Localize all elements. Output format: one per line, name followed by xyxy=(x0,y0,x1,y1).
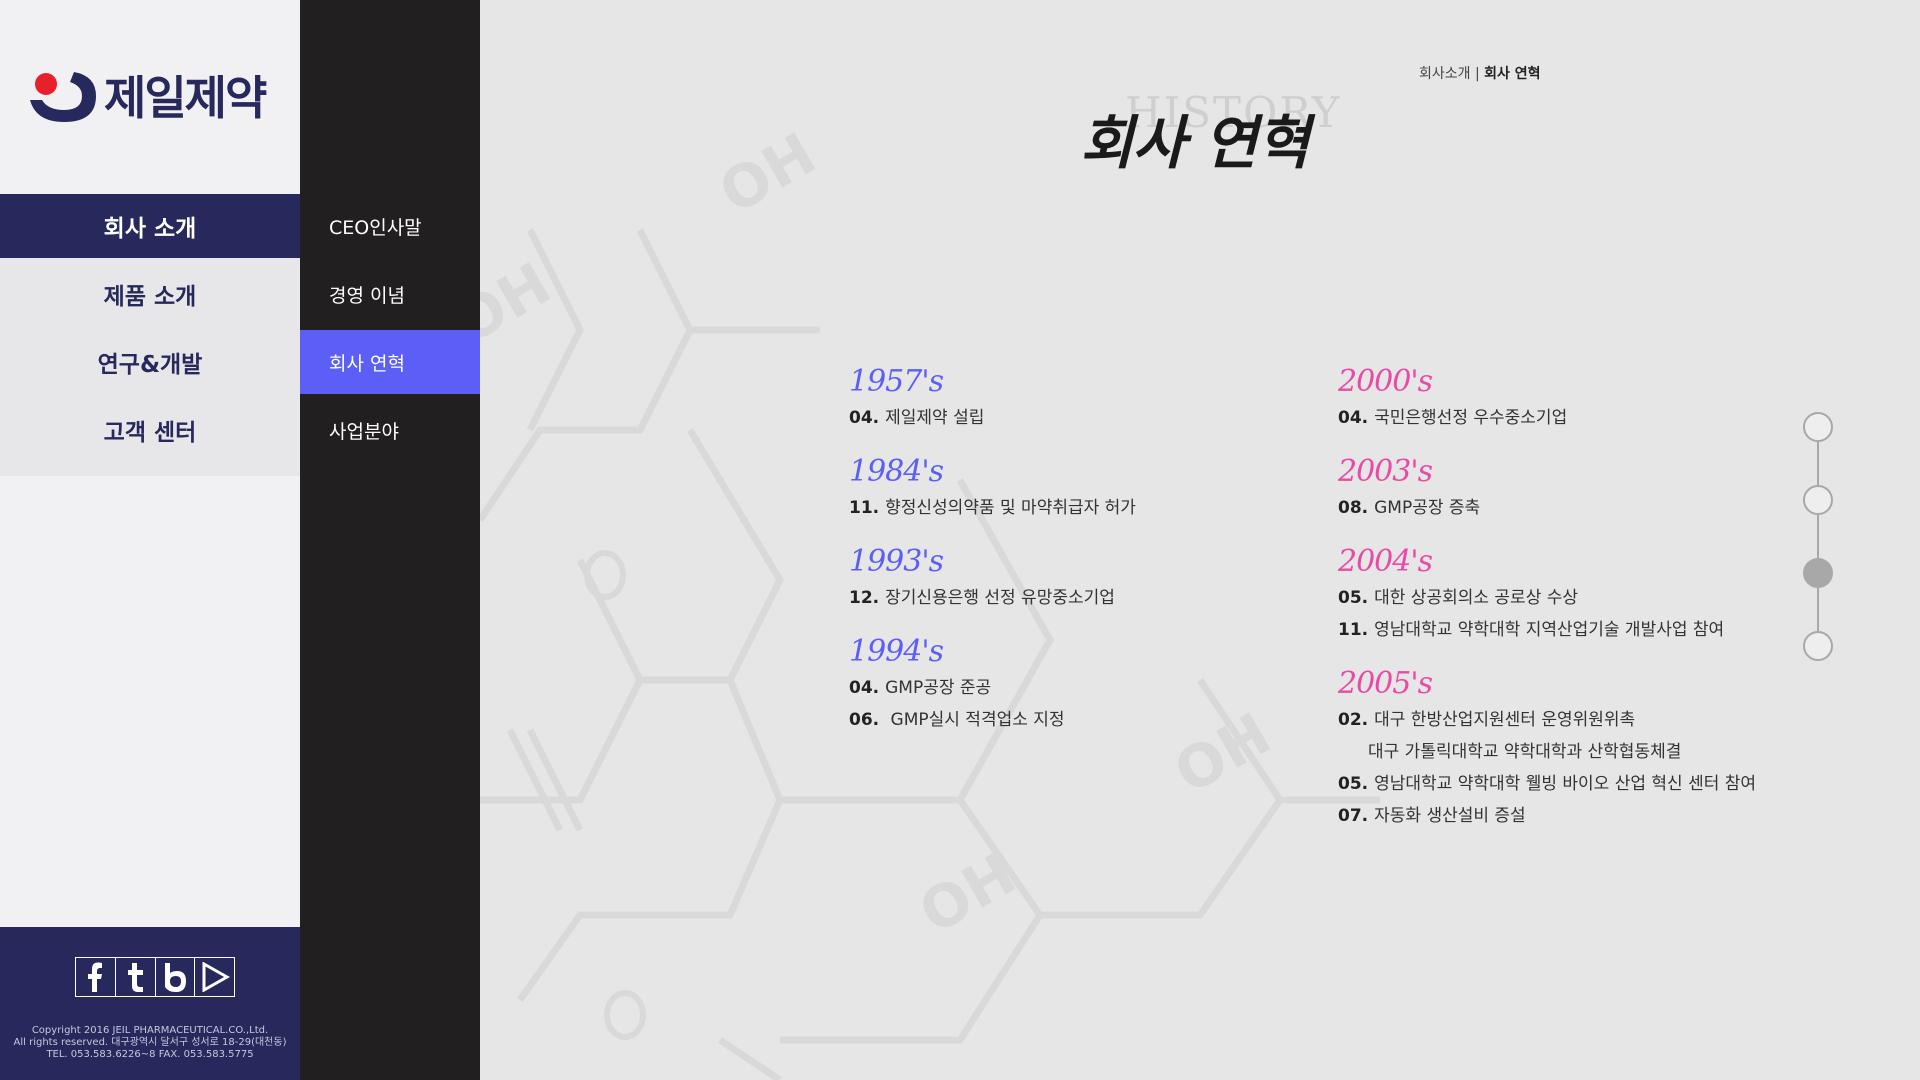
pager-line xyxy=(1817,428,1819,640)
timeline-year: 1993's xyxy=(849,544,944,579)
event-month: 11. xyxy=(849,498,880,518)
timeline-year: 1957's xyxy=(849,364,944,399)
blog-icon[interactable] xyxy=(156,958,196,996)
timeline-year: 1994's xyxy=(849,634,944,669)
event-month: 04. xyxy=(849,408,880,428)
svg-text:OH: OH xyxy=(908,839,1027,947)
breadcrumb: 회사소개 | 회사 연혁 xyxy=(1419,63,1541,83)
breadcrumb-parent[interactable]: 회사소개 xyxy=(1419,66,1471,82)
timeline-event: 대구 가톨릭대학교 약학대학과 산학협동체결 xyxy=(1338,736,1756,768)
sub-nav-item-philosophy[interactable]: 경영 이념 xyxy=(300,262,480,326)
event-month: 05. xyxy=(1338,774,1369,794)
logo-mark-icon xyxy=(26,66,98,124)
timeline-event: 05. 대한 상공회의소 공로상 수상 xyxy=(1338,582,1756,614)
timeline-year: 2005's xyxy=(1338,666,1433,701)
event-text: 장기신용은행 선정 유망중소기업 xyxy=(885,588,1115,608)
timeline-group: 2005's 02. 대구 한방산업지원센터 운영위원위촉 대구 가톨릭대학교 약… xyxy=(1338,664,1756,832)
timeline-right-column: 2000's 04. 국민은행선정 우수중소기업 2003's 08. GMP공장 … xyxy=(1338,362,1756,850)
sub-nav: CEO인사말 경영 이념 회사 연혁 사업분야 xyxy=(300,0,480,1080)
timeline-event: 07. 자동화 생산설비 증설 xyxy=(1338,800,1756,832)
contact-line: TEL. 053.583.6226~8 FAX. 053.583.5775 xyxy=(46,1049,254,1060)
main-nav: 회사 소개 제품 소개 연구&개발 고객 센터 xyxy=(0,194,300,476)
event-text: 국민은행선정 우수중소기업 xyxy=(1374,408,1568,428)
timeline-event: 05. 영남대학교 약학대학 웰빙 바이오 산업 혁신 센터 참여 xyxy=(1338,768,1756,800)
event-month: 05. xyxy=(1338,588,1369,608)
pager-dot-3-active[interactable] xyxy=(1803,558,1833,588)
breadcrumb-separator: | xyxy=(1474,66,1480,82)
timeline-event: 04. 국민은행선정 우수중소기업 xyxy=(1338,402,1756,434)
facebook-icon[interactable] xyxy=(76,958,116,996)
main-content: OH OH OH OH 회사소개 | 회사 연혁 HISTORY 회사 연혁 1… xyxy=(480,0,1920,1080)
event-text: 대구 가톨릭대학교 약학대학과 산학협동체결 xyxy=(1368,742,1682,762)
event-text: 제일제약 설립 xyxy=(885,408,985,428)
main-nav-item-research[interactable]: 연구&개발 xyxy=(0,330,300,394)
main-nav-item-support[interactable]: 고객 센터 xyxy=(0,398,300,462)
timeline-group: 2003's 08. GMP공장 증축 xyxy=(1338,452,1756,524)
event-month: 04. xyxy=(849,678,880,698)
timeline-event: 04. 제일제약 설립 xyxy=(849,402,1136,434)
event-month: 08. xyxy=(1338,498,1369,518)
svg-text:OH: OH xyxy=(708,119,827,227)
left-footer: Copyright 2016 JEIL PHARMACEUTICAL.CO.,L… xyxy=(0,927,300,1080)
event-month: 12. xyxy=(849,588,880,608)
event-month: 07. xyxy=(1338,806,1369,826)
event-text: 자동화 생산설비 증설 xyxy=(1374,806,1526,826)
event-month: 02. xyxy=(1338,710,1369,730)
event-text: 영남대학교 약학대학 지역산업기술 개발사업 참여 xyxy=(1374,620,1725,640)
breadcrumb-current: 회사 연혁 xyxy=(1484,66,1541,82)
timeline-event: 06. GMP실시 적격업소 지정 xyxy=(849,704,1136,736)
sub-nav-item-business[interactable]: 사업분야 xyxy=(300,398,480,462)
event-text: GMP공장 준공 xyxy=(885,678,992,698)
logo-text: 제일제약 xyxy=(104,71,267,125)
logo[interactable]: 제일제약 xyxy=(26,66,286,125)
timeline-group: 1994's 04. GMP공장 준공 06. GMP실시 적격업소 지정 xyxy=(849,632,1136,736)
page-title-wrap: HISTORY 회사 연혁 xyxy=(1080,88,1580,177)
tumblr-icon[interactable] xyxy=(116,958,156,996)
sub-nav-list: CEO인사말 경영 이념 회사 연혁 사업분야 xyxy=(300,194,480,462)
timeline-year: 2000's xyxy=(1338,364,1433,399)
timeline-year: 2004's xyxy=(1338,544,1433,579)
event-text: 영남대학교 약학대학 웰빙 바이오 산업 혁신 센터 참여 xyxy=(1374,774,1757,794)
event-text: GMP공장 증축 xyxy=(1374,498,1481,518)
page-title: 회사 연혁 xyxy=(1080,109,1310,177)
event-text: 대한 상공회의소 공로상 수상 xyxy=(1374,588,1579,608)
address-line: All rights reserved. 대구광역시 달서구 성서로 18-29… xyxy=(13,1037,287,1048)
pager-dot-2[interactable] xyxy=(1803,485,1833,515)
timeline-event: 11. 향정신성의약품 및 마약취급자 허가 xyxy=(849,492,1136,524)
timeline-year: 2003's xyxy=(1338,454,1433,489)
left-panel: 제일제약 회사 소개 제품 소개 연구&개발 고객 센터 Copyright 2… xyxy=(0,0,300,1080)
event-text: 대구 한방산업지원센터 운영위원위촉 xyxy=(1374,710,1636,730)
timeline-group: 2000's 04. 국민은행선정 우수중소기업 xyxy=(1338,362,1756,434)
youtube-icon[interactable] xyxy=(195,958,234,996)
pager-dot-4[interactable] xyxy=(1803,631,1833,661)
sub-nav-item-ceo[interactable]: CEO인사말 xyxy=(300,194,480,258)
event-text: GMP실시 적격업소 지정 xyxy=(885,710,1065,730)
event-month: 04. xyxy=(1338,408,1369,428)
pager-dot-1[interactable] xyxy=(1803,412,1833,442)
timeline-group: 1993's 12. 장기신용은행 선정 유망중소기업 xyxy=(849,542,1136,614)
timeline-event: 12. 장기신용은행 선정 유망중소기업 xyxy=(849,582,1136,614)
timeline-event: 02. 대구 한방산업지원센터 운영위원위촉 xyxy=(1338,704,1756,736)
copyright-line: Copyright 2016 JEIL PHARMACEUTICAL.CO.,L… xyxy=(31,1025,269,1036)
main-nav-item-products[interactable]: 제품 소개 xyxy=(0,262,300,326)
event-month: 11. xyxy=(1338,620,1369,640)
timeline-event: 04. GMP공장 준공 xyxy=(849,672,1136,704)
copyright: Copyright 2016 JEIL PHARMACEUTICAL.CO.,L… xyxy=(0,1025,300,1061)
timeline-group: 1957's 04. 제일제약 설립 xyxy=(849,362,1136,434)
sub-nav-item-history[interactable]: 회사 연혁 xyxy=(300,330,480,394)
timeline-left-column: 1957's 04. 제일제약 설립 1984's 11. 향정신성의약품 및 마약… xyxy=(849,362,1136,754)
timeline-event: 08. GMP공장 증축 xyxy=(1338,492,1756,524)
timeline-group: 2004's 05. 대한 상공회의소 공로상 수상 11. 영남대학교 약학대학 … xyxy=(1338,542,1756,646)
svg-text:OH: OH xyxy=(1163,699,1282,807)
timeline-year: 1984's xyxy=(849,454,944,489)
timeline-event: 11. 영남대학교 약학대학 지역산업기술 개발사업 참여 xyxy=(1338,614,1756,646)
social-links xyxy=(75,957,235,997)
page-indicator xyxy=(1803,412,1833,661)
event-month: 06. xyxy=(849,710,880,730)
timeline-group: 1984's 11. 향정신성의약품 및 마약취급자 허가 xyxy=(849,452,1136,524)
event-text: 향정신성의약품 및 마약취급자 허가 xyxy=(885,498,1136,518)
main-nav-item-company[interactable]: 회사 소개 xyxy=(0,194,300,258)
